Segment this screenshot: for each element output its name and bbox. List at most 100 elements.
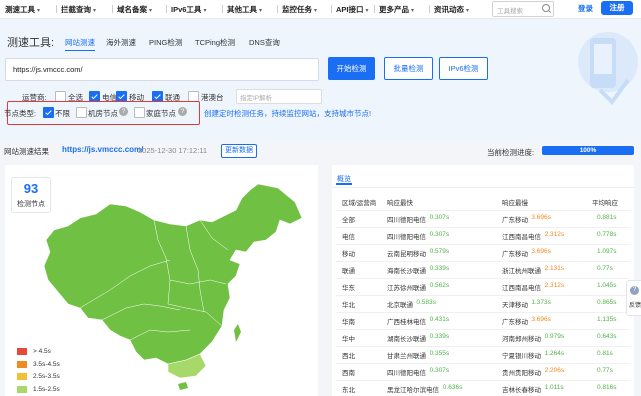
cell-slowest-node: 广东移动 [502, 251, 528, 258]
cell-slowest-time: 3.696s [531, 214, 551, 221]
register-button[interactable]: 注册 [601, 1, 633, 15]
cell-fastest-time: 0.307s [429, 367, 450, 374]
cell-slowest-time: 2.131s [544, 265, 565, 272]
search-placeholder: 工具搜索 [497, 8, 523, 15]
row-divider [336, 278, 630, 279]
tab-dns[interactable]: DNS查询 [249, 37, 280, 48]
batch-test-button[interactable]: 批量检测 [384, 57, 433, 80]
cell-slowest-node: 贵州贵阳移动 [502, 370, 541, 377]
tab-website-speed[interactable]: 网站测速 [65, 37, 95, 51]
nav-divider [56, 5, 57, 13]
help-icon[interactable]: ? [178, 107, 187, 116]
result-label: 网站测速结果 [4, 147, 49, 156]
progress-bar: 100% [542, 146, 634, 155]
legend-label: 1.5s-2.5s [33, 386, 60, 393]
node-type-label: 节点类型: [4, 109, 37, 118]
node-home-label: 家庭节点 [146, 109, 176, 118]
cell-average-time: 0.77s [597, 265, 613, 272]
url-input-value: https://js.vmccc.com/ [13, 65, 83, 74]
tool-search-input[interactable]: 工具搜索 [492, 1, 554, 17]
cell-slowest-time: 0.979s [544, 333, 565, 340]
help-icon[interactable]: ? [119, 107, 128, 116]
row-divider [336, 329, 630, 330]
top-nav: 测速工具 ▾ 拦截查询 ▾ 域名备案 ▾ IPv6工具 ▾ 其他工具 ▾ 监控任务 ▾ AP… [0, 0, 641, 19]
divider [332, 187, 634, 188]
node-any-checkbox[interactable] [43, 107, 54, 118]
cell-slowest-node: 宁夏银川移动 [502, 353, 541, 360]
node-home-checkbox[interactable] [134, 107, 145, 118]
panel-title: 测速工具: [7, 37, 55, 49]
ipv6-test-button[interactable]: IPv6检测 [439, 57, 488, 80]
feedback-label: 反馈 [629, 303, 641, 309]
cell-region: 移动 [342, 251, 355, 258]
cell-slowest-time: 1.264s [544, 350, 565, 357]
cell-average-time: 0.881s [597, 214, 617, 221]
nav-item-icp[interactable]: 域名备案 ▾ [117, 4, 152, 15]
cell-fastest-node: 四川德阳电信 [387, 217, 426, 224]
cell-fastest-node: 江苏徐州联通 [387, 285, 426, 292]
nav-item-other-tools[interactable]: 其他工具 ▾ [227, 4, 262, 15]
tab-overseas-speed[interactable]: 海外测速 [106, 37, 136, 48]
tab-tcping[interactable]: TCPing检测 [195, 37, 235, 48]
cell-slowest-time: 2.206s [544, 367, 565, 374]
nav-item-block-query[interactable]: 拦截查询 ▾ [61, 4, 96, 15]
cell-fastest-node: 湖南长沙联通 [387, 336, 426, 343]
feedback-tab[interactable]: ? 反馈 [626, 280, 641, 316]
cell-slowest-node: 浙江杭州联通 [502, 268, 541, 275]
legend-swatch-1.5-2.5 [17, 386, 27, 393]
cell-average-time: 0.865s [597, 299, 617, 306]
map-mainland [43, 183, 303, 365]
column-header: 区域/运营商 [342, 200, 377, 207]
row-divider [336, 244, 630, 245]
result-timestamp: 2025-12-30 17:12:11 [138, 146, 208, 155]
search-icon[interactable] [542, 4, 550, 12]
result-url-link[interactable]: https://js.vmccc.com/ [62, 145, 143, 154]
cell-average-time: 0.77s [597, 367, 613, 374]
cell-fastest-time: 0.355s [429, 350, 450, 357]
progress-text: 100% [579, 147, 597, 154]
legend-swatch-3.5-4.5 [17, 361, 27, 368]
cell-slowest-time: 1.011s [544, 384, 564, 391]
cell-fastest-time: 0.307s [429, 214, 450, 221]
nav-item-api[interactable]: API接口 ▾ [336, 4, 369, 15]
login-link[interactable]: 登录 [578, 3, 593, 14]
row-divider [336, 312, 630, 313]
nav-divider [429, 5, 430, 13]
nav-item-ipv6[interactable]: IPv6工具 ▾ [171, 4, 206, 15]
cell-fastest-time: 0.307s [429, 231, 450, 238]
url-input[interactable]: https://js.vmccc.com/ [5, 58, 319, 81]
refresh-data-button[interactable]: 更新数据 [221, 144, 257, 158]
cell-fastest-time: 0.583s [416, 299, 436, 306]
nav-item-news[interactable]: 资讯动态 ▾ [434, 4, 469, 15]
tab-ping[interactable]: PING检测 [149, 37, 182, 48]
nav-divider [166, 5, 167, 13]
nav-item-speed-tools[interactable]: 测速工具 ▾ [5, 4, 40, 15]
row-divider [336, 380, 630, 381]
ip-resolve-input[interactable]: 指定IP解析 [236, 89, 322, 104]
row-divider [336, 363, 630, 364]
map-hainan [178, 382, 188, 390]
china-map [43, 183, 303, 390]
nav-item-monitor[interactable]: 监控任务 ▾ [282, 4, 317, 15]
cell-slowest-node: 广东移动 [502, 217, 528, 224]
legend-label: 2.5s-3.5s [33, 373, 60, 380]
row-divider [336, 261, 630, 262]
cell-region: 东北 [342, 387, 355, 394]
cell-average-time: 0.778s [597, 231, 617, 238]
cell-slowest-time: 2.312s [544, 231, 565, 238]
start-test-button[interactable]: 开始检测 [328, 57, 375, 80]
map-taiwan [234, 324, 241, 342]
nav-divider [331, 5, 332, 13]
row-divider [336, 227, 630, 228]
monitor-promo-link[interactable]: 创建定时检测任务，持续监控网站，支持城市节点! [204, 108, 371, 119]
cell-slowest-time: 3.696s [531, 316, 551, 323]
nav-item-more-products[interactable]: 更多产品 ▾ [379, 4, 414, 15]
cell-fastest-node: 黑龙江哈尔滨电信 [387, 387, 439, 394]
legend-label: 3.5s-4.5s [33, 361, 60, 368]
operator-hk-label: 港澳台 [201, 93, 224, 102]
row-divider [336, 295, 630, 296]
node-idc-checkbox[interactable] [76, 107, 87, 118]
cell-fastest-node: 北京联通 [387, 302, 413, 309]
cell-region: 西南 [342, 370, 355, 377]
cell-fastest-node: 海南长沙联通 [387, 268, 426, 275]
